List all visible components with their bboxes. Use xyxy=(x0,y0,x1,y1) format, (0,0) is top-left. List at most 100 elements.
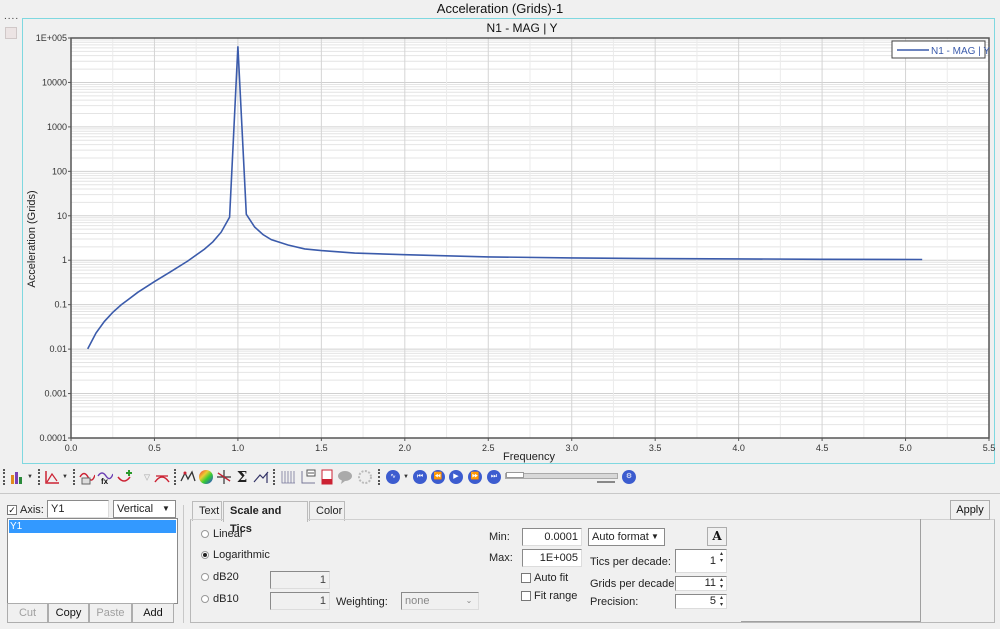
legend-icon[interactable] xyxy=(300,469,316,485)
weighting-select[interactable]: none ⌄ xyxy=(401,592,479,610)
comment-icon[interactable] xyxy=(337,469,353,485)
curve-edit-icon[interactable] xyxy=(79,469,96,485)
y-tick-label: 1 xyxy=(62,255,67,265)
add-point-icon[interactable] xyxy=(117,469,133,485)
svg-text:fx: fx xyxy=(101,477,109,485)
y-tick-labels: 0.0001 0.001 0.01 0.1 1 10 100 1000 10000 1E+005 xyxy=(36,33,71,443)
spinner-icon[interactable]: ▴ ▾ xyxy=(718,595,725,609)
last-frame-icon[interactable]: ⏭ xyxy=(487,470,501,484)
orientation-select[interactable]: Vertical ▼ xyxy=(113,500,176,518)
animation-slider[interactable] xyxy=(505,471,618,483)
chevron-down-icon[interactable]: ⌄ xyxy=(462,594,476,608)
chevron-down-icon[interactable]: ▼ xyxy=(648,530,662,544)
fit-range-checkbox[interactable] xyxy=(521,591,531,601)
y-tick-label: 0.0001 xyxy=(39,433,67,443)
prev-frame-icon[interactable]: ⏪ xyxy=(431,470,445,484)
tics-per-decade-label: Tics per decade: xyxy=(590,556,671,568)
grid-icon[interactable] xyxy=(280,469,296,485)
toolbar-separator xyxy=(273,469,275,485)
format-select[interactable]: Auto format ▼ xyxy=(588,528,665,546)
toolbar-separator xyxy=(3,469,5,485)
auto-fit-checkbox[interactable] xyxy=(521,573,531,583)
first-frame-icon[interactable]: ⏮ xyxy=(413,470,427,484)
axis-icon[interactable] xyxy=(44,469,60,485)
plot-window[interactable]: N1 - MAG | Y 0.0 0.5 1.0 1.5 2.0 2.5 3.0 3.5 4.0… xyxy=(22,18,995,464)
axis-list-item[interactable]: Y1 xyxy=(9,520,176,533)
y-tick-label: 0.01 xyxy=(49,344,67,354)
derivative-icon[interactable] xyxy=(253,469,269,485)
animation-settings-icon[interactable]: ⚙ xyxy=(622,470,636,484)
chevron-down-icon[interactable]: ▼ xyxy=(27,474,33,480)
precision-value: 5 xyxy=(709,595,716,607)
divider xyxy=(183,505,184,623)
cut-button[interactable]: Cut xyxy=(7,603,48,623)
spinner-icon[interactable]: ▴ ▾ xyxy=(718,551,725,565)
axis-name-input[interactable]: Y1 xyxy=(47,500,109,518)
spinner-icon[interactable]: ▴ ▾ xyxy=(718,577,725,591)
min-input[interactable]: 0.0001 xyxy=(522,528,582,546)
legend[interactable]: N1 - MAG | Y xyxy=(891,40,990,59)
curve-math-icon[interactable]: fx xyxy=(97,469,114,486)
tics-per-decade-input[interactable]: 1 ▴ ▾ xyxy=(675,549,727,573)
axis-list[interactable]: Y1 xyxy=(7,518,178,604)
tab-body-inner-border xyxy=(741,519,921,622)
precision-input[interactable]: 5 ▴ ▾ xyxy=(675,594,727,609)
peak-icon[interactable] xyxy=(180,469,196,485)
toolbar-separator xyxy=(73,469,75,485)
tab-scale-and-tics[interactable]: Scale and Tics xyxy=(223,501,308,535)
filter-icon[interactable]: ▿ xyxy=(139,469,155,485)
grids-per-decade-input[interactable]: 11 ▴ ▾ xyxy=(675,576,727,591)
x-tick-label: 5.0 xyxy=(899,443,912,453)
axis-checkbox[interactable]: ✓ xyxy=(7,505,17,515)
x-tick-label: 1.5 xyxy=(315,443,328,453)
db10-radio[interactable] xyxy=(201,595,209,603)
tab-color[interactable]: Color xyxy=(309,501,345,521)
font-button[interactable]: A xyxy=(707,527,727,546)
page-icon[interactable] xyxy=(5,27,17,39)
linear-radio[interactable] xyxy=(201,530,209,538)
color-wheel-icon[interactable] xyxy=(198,469,214,485)
legend-label: N1 - MAG | Y xyxy=(931,46,990,57)
sigma-icon[interactable]: Σ xyxy=(234,469,250,485)
fit-range-label: Fit range xyxy=(534,590,578,602)
x-tick-label: 0.5 xyxy=(148,443,161,453)
settings-disabled-icon[interactable] xyxy=(357,469,373,485)
remove-curve-icon[interactable] xyxy=(154,469,170,485)
x-tick-label: 3.0 xyxy=(565,443,578,453)
db10-label: dB10 xyxy=(213,593,239,605)
format-value: Auto format xyxy=(592,531,649,543)
plot-type-icon[interactable] xyxy=(9,469,25,485)
chevron-down-icon[interactable]: ▼ xyxy=(62,474,68,480)
paste-button[interactable]: Paste xyxy=(89,603,132,623)
chart[interactable]: N1 - MAG | Y 0.0 0.5 1.0 1.5 2.0 2.5 3.0 3.5 4.0… xyxy=(23,19,996,465)
y-tick-label: 0.001 xyxy=(44,389,67,399)
chevron-down-icon[interactable]: ▼ xyxy=(403,474,409,480)
logarithmic-label: Logarithmic xyxy=(213,549,270,561)
db20-label: dB20 xyxy=(213,571,239,583)
tab-text[interactable]: Text xyxy=(192,501,222,521)
y-tick-label: 100 xyxy=(52,166,67,176)
slider-thumb[interactable] xyxy=(506,472,524,478)
drag-handle-icon[interactable]: .... xyxy=(4,12,19,22)
db20-radio[interactable] xyxy=(201,573,209,581)
apply-button[interactable]: Apply xyxy=(950,500,990,520)
copy-button[interactable]: Copy xyxy=(48,603,89,623)
add-button[interactable]: Add xyxy=(132,603,174,623)
toolbar: ▼ ▼ fx ▿ Σ ∿ ▼ ⏮ ⏪ ▶ ⏩ ⏭ ⚙ xyxy=(0,466,1000,488)
x-tick-label: 1.0 xyxy=(232,443,245,453)
x-tick-label: 0.0 xyxy=(65,443,78,453)
chevron-down-icon[interactable]: ▼ xyxy=(159,502,173,516)
logarithmic-radio[interactable] xyxy=(201,551,209,559)
next-frame-icon[interactable]: ⏩ xyxy=(468,470,482,484)
chart-title: N1 - MAG | Y xyxy=(487,21,558,35)
notes-icon[interactable] xyxy=(319,469,335,485)
precision-label: Precision: xyxy=(590,596,639,608)
animation-icon[interactable]: ∿ xyxy=(386,470,400,484)
max-input[interactable]: 1E+005 xyxy=(522,549,582,567)
play-icon[interactable]: ▶ xyxy=(449,470,463,484)
db20-input[interactable]: 1 xyxy=(270,571,330,589)
crosshair-icon[interactable] xyxy=(216,469,232,485)
db10-input[interactable]: 1 xyxy=(270,592,330,610)
slider-end-marker xyxy=(597,481,615,483)
x-tick-label: 4.0 xyxy=(732,443,745,453)
